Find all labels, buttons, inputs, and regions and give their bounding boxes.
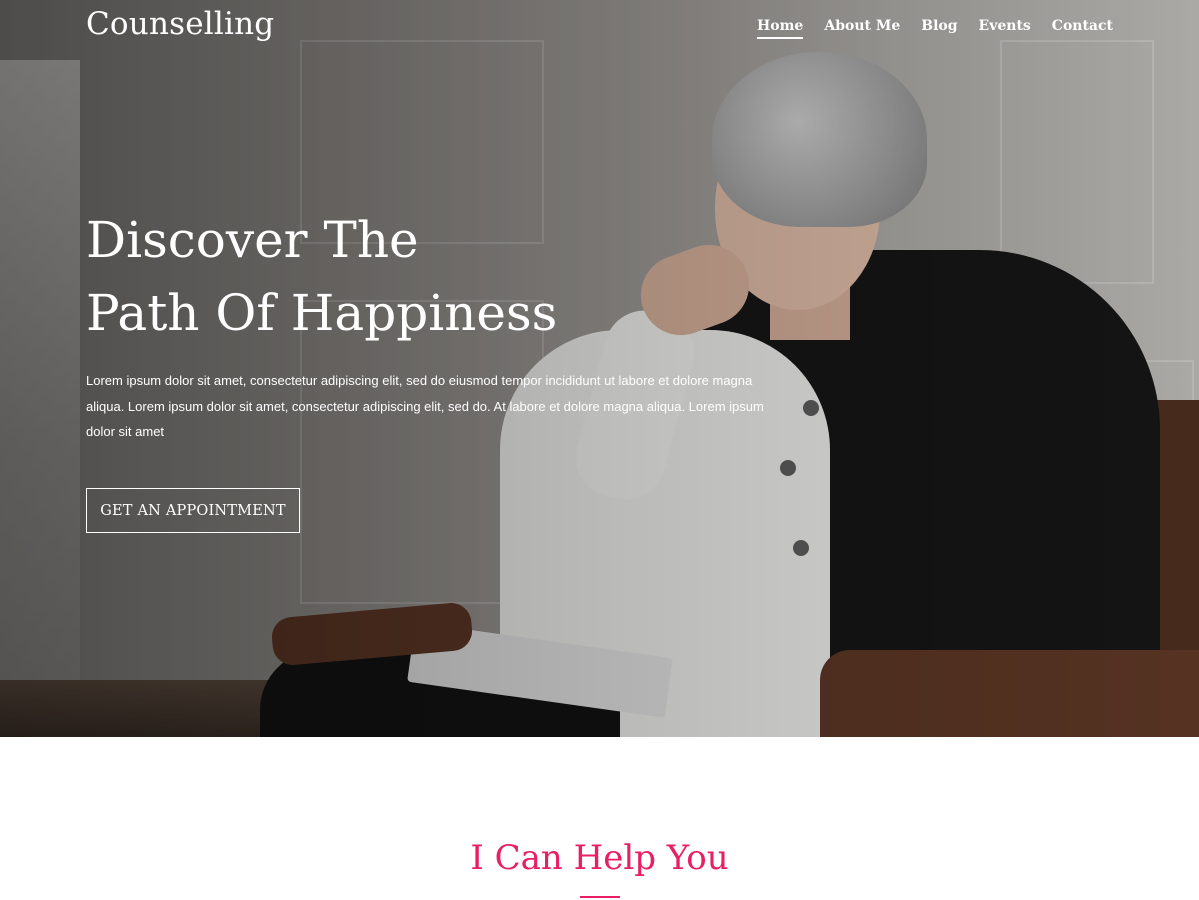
hero-title-line-1: Discover The: [86, 211, 419, 269]
help-section-title: I Can Help You: [470, 838, 729, 878]
nav-item-contact[interactable]: Contact: [1052, 18, 1113, 39]
main-nav: Home About Me Blog Events Contact: [757, 18, 1113, 39]
hero-title-line-2: Path Of Happiness: [86, 284, 558, 342]
site-title[interactable]: Counselling: [86, 6, 274, 42]
nav-item-about-me[interactable]: About Me: [824, 18, 900, 39]
section-title-underline: [580, 896, 620, 898]
hero-banner: Counselling Home About Me Blog Events Co…: [0, 0, 1199, 737]
get-appointment-button[interactable]: GET AN APPOINTMENT: [86, 488, 300, 533]
hero-description: Lorem ipsum dolor sit amet, consectetur …: [86, 373, 764, 439]
hero-title: Discover The Path Of Happiness: [86, 204, 646, 350]
nav-item-home[interactable]: Home: [757, 18, 804, 39]
nav-item-events[interactable]: Events: [979, 18, 1031, 39]
nav-item-blog[interactable]: Blog: [921, 18, 957, 39]
